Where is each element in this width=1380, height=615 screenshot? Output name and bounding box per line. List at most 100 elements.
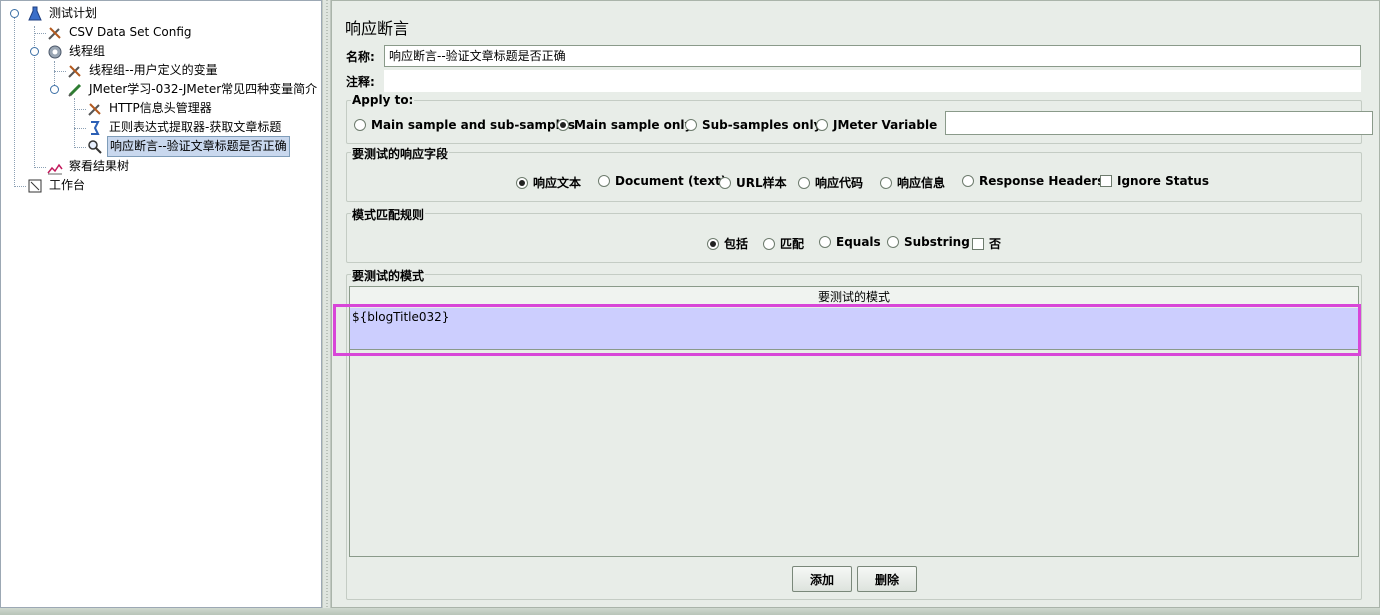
delete-button[interactable]: 删除 bbox=[857, 566, 917, 592]
apply-to-title: Apply to: bbox=[351, 93, 415, 107]
radio-label: 匹配 bbox=[780, 237, 805, 251]
radio-icon bbox=[763, 237, 775, 250]
test-plan-tree[interactable]: 测试计划 CSV Data Set Config 线程组 线程组--用户定义的变… bbox=[0, 0, 322, 608]
panel-splitter[interactable] bbox=[322, 0, 331, 608]
tree-item-csv-config[interactable]: CSV Data Set Config bbox=[46, 23, 194, 42]
checkbox-icon bbox=[972, 237, 984, 250]
checkbox-label: Ignore Status bbox=[1117, 174, 1209, 188]
radio-checked-icon bbox=[707, 237, 719, 250]
field-response-headers-radio[interactable]: Response Headers bbox=[962, 174, 1104, 188]
table-row[interactable]: ${blogTitle032} bbox=[350, 308, 1358, 350]
tree-item-workbench[interactable]: 工作台 bbox=[26, 176, 87, 195]
expand-toggle-icon[interactable] bbox=[30, 47, 39, 56]
tree-item-label: 线程组--用户定义的变量 bbox=[89, 63, 218, 77]
comment-row: 注释: bbox=[346, 70, 1361, 92]
radio-icon bbox=[685, 119, 697, 131]
jmeter-variable-input[interactable] bbox=[945, 111, 1373, 135]
radio-label: Document (text) bbox=[615, 174, 727, 188]
assertion-panel: 响应断言 名称: 响应断言--验证文章标题是否正确 注释: Apply to: … bbox=[331, 0, 1380, 608]
tree-item-user-variables[interactable]: 线程组--用户定义的变量 bbox=[66, 61, 220, 80]
radio-icon bbox=[798, 176, 810, 189]
tree-item-regex-extractor[interactable]: 正则表达式提取器-获取文章标题 bbox=[86, 118, 283, 137]
name-row: 名称: 响应断言--验证文章标题是否正确 bbox=[346, 45, 1361, 67]
tree-item-label: 正则表达式提取器-获取文章标题 bbox=[109, 120, 282, 134]
radio-icon bbox=[816, 119, 828, 131]
tree-item-label: 响应断言--验证文章标题是否正确 bbox=[107, 136, 290, 157]
checkbox-icon bbox=[1100, 175, 1112, 187]
name-label: 名称: bbox=[346, 49, 375, 64]
rule-contains-radio[interactable]: 包括 bbox=[707, 235, 748, 252]
pattern-rule-group: 模式匹配规则 包括 匹配 Equals Substring 否 bbox=[346, 206, 1362, 263]
field-document-text-radio[interactable]: Document (text) bbox=[598, 174, 726, 188]
apply-main-and-sub-radio[interactable]: Main sample and sub-samples bbox=[354, 118, 575, 132]
pattern-rule-title: 模式匹配规则 bbox=[351, 206, 426, 223]
workbench-icon bbox=[26, 177, 44, 195]
apply-sub-only-radio[interactable]: Sub-samples only bbox=[685, 118, 821, 132]
radio-icon bbox=[880, 176, 892, 189]
radio-icon bbox=[887, 236, 899, 248]
response-field-title: 要测试的响应字段 bbox=[351, 145, 450, 162]
flask-icon bbox=[26, 5, 44, 23]
radio-label: Main sample only bbox=[574, 118, 693, 132]
radio-label: 响应文本 bbox=[533, 176, 582, 190]
tree-item-label: 测试计划 bbox=[49, 6, 98, 20]
radio-label: Sub-samples only bbox=[702, 118, 822, 132]
expand-toggle-icon[interactable] bbox=[50, 85, 59, 94]
tree-item-test-plan[interactable]: 测试计划 bbox=[26, 4, 99, 23]
tree-item-label: CSV Data Set Config bbox=[69, 25, 192, 39]
radio-icon bbox=[962, 175, 974, 187]
tree-item-label: 工作台 bbox=[49, 178, 86, 192]
field-response-code-radio[interactable]: 响应代码 bbox=[798, 174, 863, 191]
name-field[interactable]: 响应断言--验证文章标题是否正确 bbox=[384, 45, 1361, 67]
field-url-sample-radio[interactable]: URL样本 bbox=[719, 174, 787, 191]
rule-matches-radio[interactable]: 匹配 bbox=[763, 235, 804, 252]
radio-checked-icon bbox=[557, 119, 569, 131]
expand-toggle-icon[interactable] bbox=[10, 9, 19, 18]
arrow-icon bbox=[86, 119, 104, 137]
tree-item-response-assertion[interactable]: 响应断言--验证文章标题是否正确 bbox=[86, 136, 290, 157]
rule-substring-radio[interactable]: Substring bbox=[887, 235, 970, 249]
tools-icon bbox=[46, 24, 64, 42]
patterns-table[interactable]: 要测试的模式 ${blogTitle032} bbox=[349, 286, 1359, 557]
tree-item-thread-group[interactable]: 线程组 bbox=[46, 42, 107, 61]
response-field-group: 要测试的响应字段 响应文本 Document (text) URL样本 响应代码… bbox=[346, 145, 1362, 202]
window-bottom-edge bbox=[0, 608, 1380, 615]
tools-icon bbox=[66, 62, 84, 80]
radio-icon bbox=[598, 175, 610, 187]
radio-label: Equals bbox=[836, 235, 881, 249]
radio-label: Main sample and sub-samples bbox=[371, 118, 576, 132]
apply-main-only-radio[interactable]: Main sample only bbox=[557, 118, 692, 132]
add-button[interactable]: 添加 bbox=[792, 566, 852, 592]
page-title: 响应断言 bbox=[345, 19, 410, 38]
tree-item-http-sampler[interactable]: JMeter学习-032-JMeter常见四种变量简介 bbox=[66, 80, 319, 99]
radio-label: Response Headers bbox=[979, 174, 1105, 188]
field-response-text-radio[interactable]: 响应文本 bbox=[516, 174, 581, 191]
rule-equals-radio[interactable]: Equals bbox=[819, 235, 881, 249]
ignore-status-checkbox[interactable]: Ignore Status bbox=[1100, 174, 1209, 188]
tree-item-label: 察看结果树 bbox=[69, 159, 130, 173]
radio-label: 响应信息 bbox=[897, 176, 946, 190]
table-header[interactable]: 要测试的模式 bbox=[350, 287, 1358, 307]
pipette-icon bbox=[66, 81, 84, 99]
rule-not-checkbox[interactable]: 否 bbox=[972, 235, 1001, 252]
tree-item-label: 线程组 bbox=[69, 44, 106, 58]
comment-field[interactable] bbox=[384, 70, 1361, 92]
field-response-message-radio[interactable]: 响应信息 bbox=[880, 174, 945, 191]
radio-icon bbox=[819, 236, 831, 248]
tools-icon bbox=[86, 100, 104, 118]
tree-item-view-results-tree[interactable]: 察看结果树 bbox=[46, 157, 131, 176]
apply-jmeter-variable-radio[interactable]: JMeter Variable bbox=[816, 118, 937, 132]
tree-item-label: JMeter学习-032-JMeter常见四种变量简介 bbox=[89, 82, 318, 96]
radio-label: JMeter Variable bbox=[833, 118, 938, 132]
tree-item-label: HTTP信息头管理器 bbox=[109, 101, 212, 115]
radio-icon bbox=[719, 176, 731, 189]
graph-icon bbox=[46, 158, 64, 176]
tree-item-header-manager[interactable]: HTTP信息头管理器 bbox=[86, 99, 214, 118]
radio-label: 响应代码 bbox=[815, 176, 864, 190]
comment-label: 注释: bbox=[346, 74, 375, 89]
apply-to-group: Apply to: Main sample and sub-samples Ma… bbox=[346, 93, 1373, 144]
magnifier-icon bbox=[86, 138, 104, 156]
radio-label: URL样本 bbox=[736, 176, 787, 190]
radio-label: Substring bbox=[904, 235, 970, 249]
radio-label: 包括 bbox=[724, 237, 749, 251]
